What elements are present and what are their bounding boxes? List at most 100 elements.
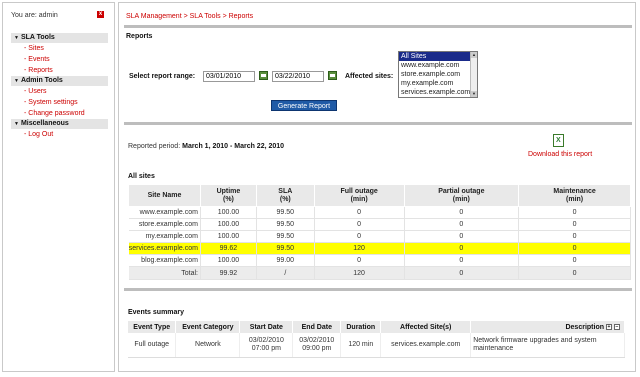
- table-cell: 0: [314, 254, 405, 267]
- column-header: Uptime (%): [199, 184, 257, 207]
- site-name-cell: my.example.com: [128, 230, 201, 243]
- table-cell: 0: [404, 230, 520, 243]
- table-cell: Network firmware upgrades and system mai…: [470, 333, 625, 358]
- main-panel: SLA Management > SLA Tools > Reports Rep…: [118, 2, 636, 372]
- nav-group-miscellaneous[interactable]: ▼ Miscellaneous: [11, 119, 108, 129]
- total-cell: /: [256, 266, 315, 280]
- sidebar: You are: admin x ▼ SLA Tools - Sites - Ev…: [2, 2, 115, 372]
- table-cell: 0: [518, 218, 631, 231]
- table-cell: 03/02/2010 09:00 pm: [292, 333, 342, 358]
- column-header: Duration: [340, 321, 382, 333]
- download-report-link[interactable]: Download this report: [528, 151, 592, 158]
- triangle-down-icon: ▼: [14, 78, 19, 84]
- table-cell: 120: [314, 242, 405, 255]
- table-row: store.example.com 100.00 99.50 0 0 0: [128, 218, 631, 231]
- nav-item-reports[interactable]: - Reports: [11, 65, 108, 76]
- collapse-icon[interactable]: −: [614, 323, 620, 330]
- column-header: Event Type: [128, 321, 177, 333]
- site-option[interactable]: services.example.com: [399, 88, 477, 97]
- date-to-input[interactable]: [272, 71, 324, 82]
- table-cell: 0: [404, 242, 520, 255]
- site-option[interactable]: www.example.com: [399, 61, 477, 70]
- range-label: Select report range:: [129, 73, 196, 80]
- table-cell: 99.50: [256, 242, 315, 255]
- site-name-cell: blog.example.com: [128, 254, 201, 267]
- excel-icon[interactable]: [553, 134, 564, 147]
- total-label: Total:: [128, 266, 201, 280]
- calendar-icon[interactable]: [328, 71, 337, 80]
- nav-item-sites[interactable]: - Sites: [11, 43, 108, 54]
- reports-title: Reports: [126, 33, 153, 40]
- site-option[interactable]: my.example.com: [399, 79, 477, 88]
- site-option[interactable]: store.example.com: [399, 70, 477, 79]
- triangle-down-icon: ▼: [14, 121, 19, 127]
- site-name-cell: store.example.com: [128, 218, 201, 231]
- sites-table: Site Name Uptime (%) SLA (%) Full outage (m…: [128, 184, 631, 280]
- total-cell: 99.92: [200, 266, 257, 280]
- table-cell: 100.00: [200, 254, 257, 267]
- scroll-down-icon[interactable]: ▼: [471, 91, 477, 97]
- column-header: Event Category: [175, 321, 241, 333]
- table-cell: 0: [404, 218, 520, 231]
- column-header: End Date: [292, 321, 342, 333]
- generate-report-button[interactable]: Generate Report: [271, 100, 337, 111]
- column-header: Start Date: [239, 321, 294, 333]
- table-cell: 99.50: [256, 230, 315, 243]
- table-cell: 0: [518, 206, 631, 219]
- column-header: Affected Site(s): [380, 321, 472, 333]
- date-from-input[interactable]: [203, 71, 255, 82]
- table-cell: 0: [518, 242, 631, 255]
- scroll-up-icon[interactable]: ▲: [471, 52, 477, 58]
- table-cell: Full outage: [128, 333, 177, 358]
- total-cell: 0: [404, 266, 520, 280]
- nav-item-events[interactable]: - Events: [11, 54, 108, 65]
- table-cell: 120 min: [340, 333, 382, 358]
- table-row: www.example.com 100.00 99.50 0 0 0: [128, 206, 631, 219]
- site-option[interactable]: All Sites: [399, 52, 477, 61]
- table-cell: 99.50: [256, 206, 315, 219]
- events-table: Event Type Event Category Start Date End…: [128, 321, 625, 358]
- site-name-cell: www.example.com: [128, 206, 201, 219]
- user-label: You are: admin: [11, 12, 58, 19]
- table-cell: 100.00: [200, 230, 257, 243]
- divider: [124, 122, 632, 125]
- table-cell: 100.00: [200, 218, 257, 231]
- table-cell: 100.00: [200, 206, 257, 219]
- column-header: Full outage (min): [313, 184, 405, 207]
- column-header: SLA (%): [255, 184, 315, 207]
- divider: [124, 288, 632, 291]
- sites-label: Affected sites:: [345, 73, 394, 80]
- breadcrumb[interactable]: SLA Management > SLA Tools > Reports: [126, 13, 253, 20]
- table-cell: services.example.com: [380, 333, 472, 358]
- triangle-down-icon: ▼: [14, 35, 19, 41]
- affected-sites-select[interactable]: All Sites www.example.com store.example.…: [398, 51, 478, 98]
- table-cell: 0: [404, 254, 520, 267]
- nav-item-log-out[interactable]: - Log Out: [11, 129, 108, 140]
- expand-icon[interactable]: +: [606, 323, 612, 330]
- scrollbar[interactable]: ▲ ▼: [470, 52, 477, 97]
- column-header: Description + −: [470, 321, 625, 333]
- table-cell: 0: [314, 206, 405, 219]
- table-row: blog.example.com 100.00 99.00 0 0 0: [128, 254, 631, 267]
- table-cell: 99.00: [256, 254, 315, 267]
- close-icon[interactable]: x: [97, 11, 104, 18]
- total-cell: 120: [314, 266, 405, 280]
- nav-group-admin-tools[interactable]: ▼ Admin Tools: [11, 76, 108, 86]
- table-cell: 0: [518, 230, 631, 243]
- site-name-cell: services.example.com: [128, 242, 201, 255]
- nav-item-change-password[interactable]: - Change password: [11, 108, 108, 119]
- nav-item-system-settings[interactable]: - System settings: [11, 97, 108, 108]
- total-cell: 0: [518, 266, 631, 280]
- table-cell: 0: [314, 230, 405, 243]
- table-cell: 03/02/2010 07:00 pm: [239, 333, 294, 358]
- table-cell: Network: [175, 333, 241, 358]
- calendar-icon[interactable]: [259, 71, 268, 80]
- table-row: my.example.com 100.00 99.50 0 0 0: [128, 230, 631, 243]
- nav-group-sla-tools[interactable]: ▼ SLA Tools: [11, 33, 108, 43]
- divider: [124, 25, 632, 28]
- table-cell: 99.62: [200, 242, 257, 255]
- all-sites-title: All sites: [128, 173, 155, 180]
- nav-item-users[interactable]: - Users: [11, 86, 108, 97]
- total-row: Total: 99.92/120 0 0: [128, 266, 631, 280]
- table-row: Full outage Network 03/02/2010 07:00 pm 03/…: [128, 333, 625, 358]
